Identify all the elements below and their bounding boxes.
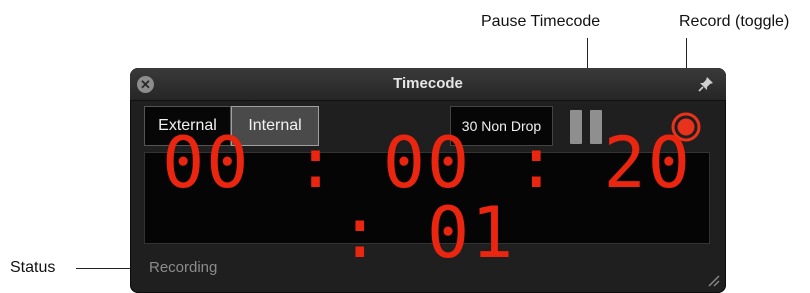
timecode-digits: 00 : 00 : 20 : 01: [162, 122, 692, 274]
timecode-window: ✕ Timecode External Internal 30 Non Drop…: [130, 68, 726, 293]
pause-timecode-callout: Pause Timecode: [481, 13, 601, 30]
status-callout: Status: [10, 259, 56, 276]
title-bar: ✕ Timecode: [130, 68, 726, 101]
window-title: Timecode: [393, 75, 463, 92]
timecode-display: 00 : 00 : 20 : 01: [144, 128, 710, 268]
pin-icon[interactable]: [698, 76, 714, 92]
record-toggle-callout: Record (toggle): [679, 13, 790, 30]
resize-grip-icon[interactable]: [706, 273, 720, 287]
status-text: Recording: [149, 259, 218, 276]
